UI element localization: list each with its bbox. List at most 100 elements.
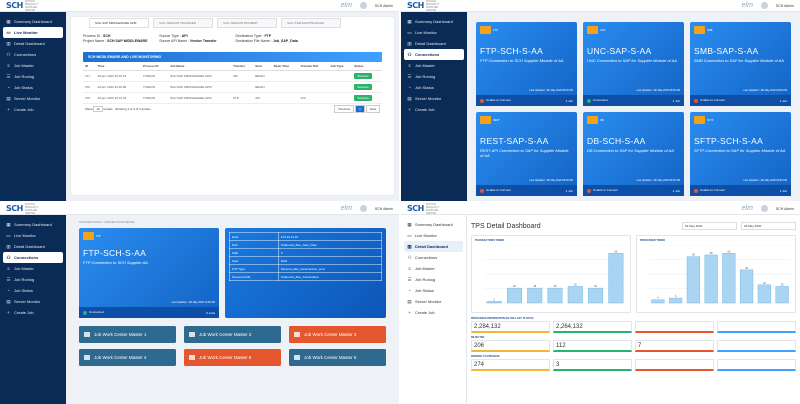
sidebar-item-job-runlog[interactable]: ☰ Job Runlog xyxy=(0,71,66,82)
sidebar-item-job-status[interactable]: ◔ Job Status xyxy=(0,82,66,93)
column-header[interactable]: Transfer xyxy=(231,62,254,71)
breadcrumb[interactable]: CONNECTIONS / CONNECTION DETAIL xyxy=(71,220,394,224)
kpi-card[interactable] xyxy=(717,321,796,333)
logo[interactable]: SCH SCHOOL SPECIALTY SUPPLIER CENTRE xyxy=(6,203,47,215)
connection-card[interactable]: SFTP SFTP-SCH-S-AA SFTP Connection to SA… xyxy=(690,112,791,196)
logo[interactable]: SCH SCHOOL SPECIALTY SUPPLIER CENTRE xyxy=(407,0,448,12)
connection-card[interactable]: SMB SMB-SAP-S-AA SMB Connection to SAP f… xyxy=(690,22,791,106)
sidebar-item-summary[interactable]: ▦ Summary Dashboard xyxy=(0,219,66,230)
sidebar-item-job-master[interactable]: ≡ Job Master xyxy=(401,263,466,274)
bar[interactable] xyxy=(704,254,718,304)
sidebar-item-detail[interactable]: ▥ Detail Dashboard xyxy=(404,241,463,252)
bar[interactable] xyxy=(567,286,583,304)
sidebar-item-job-runlog[interactable]: ☰ Job Runlog xyxy=(0,274,66,285)
column-header[interactable]: ID xyxy=(83,62,96,71)
sidebar-item-job-master[interactable]: ≡ Job Master xyxy=(401,60,467,71)
table-row[interactable]: 275 29 Apr 2020 15:21:44 TS4DUN SCH SAP MID… xyxy=(83,92,382,104)
sidebar-item-job-status[interactable]: ◔ Job Status xyxy=(401,82,467,93)
kpi-card[interactable]: 274 xyxy=(471,359,550,371)
connection-card[interactable]: DB DB-SCH-S-AA DB Connection to SAP for … xyxy=(583,112,684,196)
kpi-card[interactable] xyxy=(635,359,714,371)
sidebar-item-connections[interactable]: ⚇ Connections xyxy=(404,49,464,60)
sidebar-item-create-job[interactable]: + Create Job xyxy=(401,104,467,115)
sidebar-item-live-monitor[interactable]: ▭ Live Monitor xyxy=(401,230,466,241)
sidebar-item-create-job[interactable]: + Create Job xyxy=(0,104,66,115)
next-button[interactable]: Next xyxy=(365,105,380,113)
bar[interactable] xyxy=(486,301,502,304)
sidebar-item-detail[interactable]: ▥ Detail Dashboard xyxy=(401,38,467,49)
sidebar-item-connections[interactable]: ⚇ Connections xyxy=(3,252,63,263)
bar[interactable] xyxy=(527,287,543,304)
sidebar-item-job-master[interactable]: ≡ Job Master xyxy=(0,263,66,274)
connection-card[interactable]: UNC UNC-SAP-S-AA UNC Connection to SAP f… xyxy=(583,22,684,106)
kpi-card[interactable]: 3 xyxy=(553,359,632,371)
sidebar-item-job-status[interactable]: ◔ Job Status xyxy=(401,285,466,296)
bar[interactable] xyxy=(651,299,665,304)
avatar[interactable] xyxy=(760,205,768,212)
page-1-button[interactable]: 1 xyxy=(355,105,365,113)
logo[interactable]: SCH SCHOOL SPECIALTY SUPPLIER CENTRE xyxy=(407,203,448,215)
page-size-select[interactable]: 10 xyxy=(93,106,103,112)
bar[interactable] xyxy=(547,287,563,304)
column-header[interactable]: Ack Type xyxy=(328,62,353,71)
sidebar-item-job-runlog[interactable]: ☰ Job Runlog xyxy=(401,71,467,82)
sidebar-item-server-monitor[interactable]: ▤ Server Monitor xyxy=(401,93,467,104)
sidebar-item-live-monitor[interactable]: ▭ Live Monitor xyxy=(3,27,63,38)
column-header[interactable]: Transfer Ref xyxy=(298,62,329,71)
bar[interactable] xyxy=(686,256,700,304)
kpi-card[interactable] xyxy=(717,340,796,352)
date-from-input[interactable]: 01 May 2020 xyxy=(682,222,737,230)
bar[interactable] xyxy=(740,269,754,304)
tab-sap-middleware[interactable]: SCH SAP MIDDLEWARE APM xyxy=(89,18,149,28)
bar[interactable] xyxy=(506,287,522,304)
user-name[interactable]: SCH Admin xyxy=(375,4,393,8)
avatar[interactable] xyxy=(359,2,367,9)
kpi-card[interactable]: 206 xyxy=(471,340,550,352)
column-header[interactable]: Job Name xyxy=(168,62,232,71)
job-button[interactable]: Job Work Center Master 4 xyxy=(79,349,176,366)
table-row[interactable]: 277 29 Apr 2020 15:22:15 TS4DUN SCH SAP MID… xyxy=(83,70,382,82)
job-button[interactable]: Job Work Center Master 2 xyxy=(184,326,281,343)
logo[interactable]: SCH SCHOOL SPECIALTY SUPPLIER CENTRE xyxy=(6,0,47,12)
sidebar-item-live-monitor[interactable]: ▭ Live Monitor xyxy=(0,230,66,241)
kpi-card[interactable]: 112 xyxy=(553,340,632,352)
kpi-card[interactable] xyxy=(717,359,796,371)
sidebar-item-live-monitor[interactable]: ▭ Live Monitor xyxy=(401,27,467,38)
job-button[interactable]: Job Work Center Master 3 xyxy=(289,326,386,343)
kpi-card[interactable]: 7 xyxy=(635,340,714,352)
tab-item-maintenance[interactable]: SCH ITEM MAINTENANCE xyxy=(281,18,341,28)
user-name[interactable]: SCH Admin xyxy=(776,4,794,8)
sidebar-item-server-monitor[interactable]: ▤ Server Monitor xyxy=(0,296,66,307)
column-header[interactable]: Sent xyxy=(253,62,272,71)
connection-card[interactable]: REST REST-SAP-S-AA REST API Connection t… xyxy=(476,112,577,196)
sidebar-item-create-job[interactable]: + Create Job xyxy=(401,307,466,318)
user-name[interactable]: SCH Admin xyxy=(776,207,794,211)
column-header[interactable]: Time xyxy=(95,62,141,71)
user-name[interactable]: SCH Admin xyxy=(375,207,393,211)
sidebar-item-job-status[interactable]: ◔ Job Status xyxy=(0,285,66,296)
sidebar-item-job-runlog[interactable]: ☰ Job Runlog xyxy=(401,274,466,285)
sidebar-item-summary[interactable]: ▦ Summary Dashboard xyxy=(401,219,466,230)
sidebar-item-server-monitor[interactable]: ▤ Server Monitor xyxy=(401,296,466,307)
column-header[interactable]: Redo Time xyxy=(271,62,299,71)
date-to-input[interactable]: 29 May 2020 xyxy=(741,222,796,230)
sidebar-item-summary[interactable]: ▦ Summary Dashboard xyxy=(0,16,66,27)
bar[interactable] xyxy=(775,286,789,304)
table-row[interactable]: 276 29 Apr 2020 15:22:05 TS4DUN SCH SAP MID… xyxy=(83,81,382,93)
sidebar-item-connections[interactable]: ⚇ Connections xyxy=(401,252,466,263)
bar[interactable] xyxy=(608,253,624,304)
sidebar-item-job-master[interactable]: ≡ Job Master xyxy=(0,60,66,71)
sidebar-item-summary[interactable]: ▦ Summary Dashboard xyxy=(401,16,467,27)
bar[interactable] xyxy=(757,284,771,304)
tab-vendor-transfer[interactable]: SCH VENDOR TRANSFER xyxy=(153,18,213,28)
tab-vendor-payment[interactable]: SCH VENDOR PAYMENT xyxy=(217,18,277,28)
bar[interactable] xyxy=(722,253,736,304)
column-header[interactable]: Process ID xyxy=(141,62,169,71)
kpi-card[interactable]: 2,284,132 xyxy=(471,321,550,333)
sidebar-item-server-monitor[interactable]: ▤ Server Monitor xyxy=(0,93,66,104)
sidebar-item-detail[interactable]: ▥ Detail Dashboard xyxy=(0,38,66,49)
sidebar-item-detail[interactable]: ▥ Detail Dashboard xyxy=(0,241,66,252)
avatar[interactable] xyxy=(359,205,367,212)
prev-button[interactable]: Previous xyxy=(334,105,355,113)
bar[interactable] xyxy=(588,287,604,304)
